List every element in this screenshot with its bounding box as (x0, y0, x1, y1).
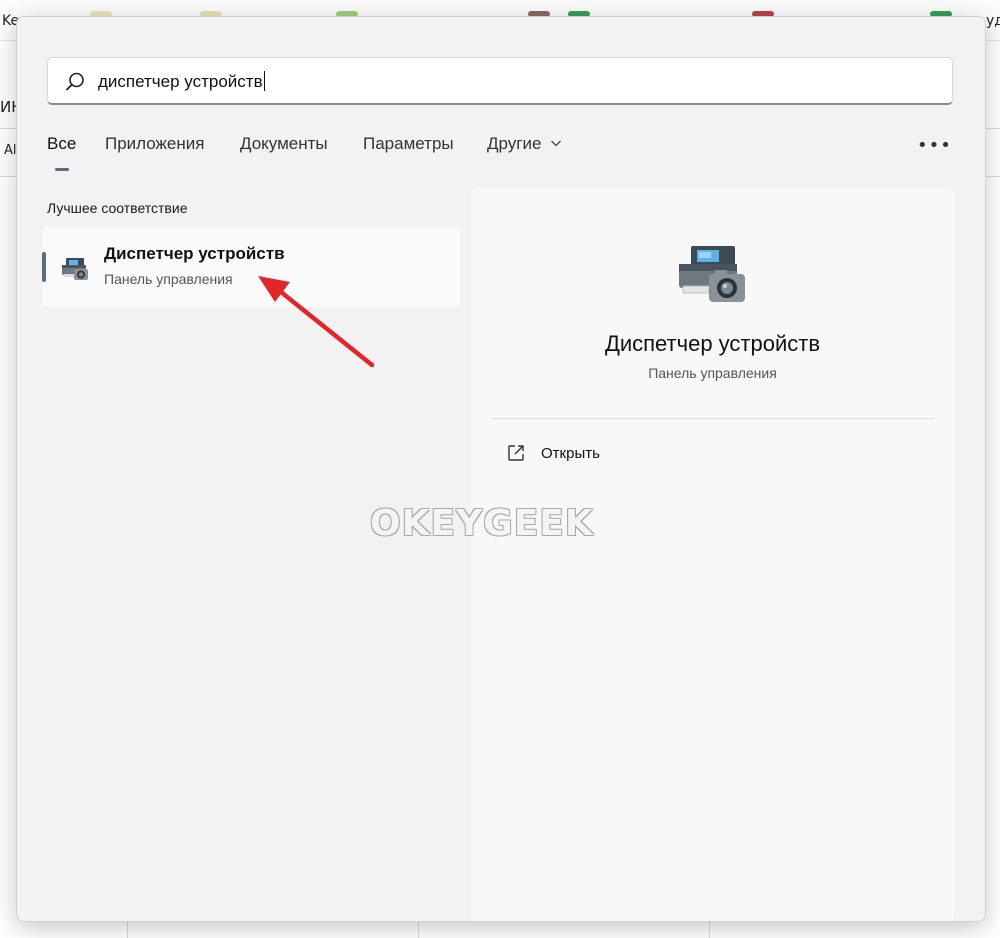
active-tab-indicator (55, 168, 69, 171)
tab-all[interactable]: Все (47, 134, 76, 154)
detail-subtitle: Панель управления (648, 365, 777, 381)
background-divider (709, 920, 710, 938)
background-divider (418, 920, 419, 938)
best-match-result[interactable]: Диспетчер устройств Панель управления (42, 227, 460, 307)
background-text-fragment: уд (986, 13, 1000, 29)
detail-divider (491, 418, 934, 419)
background-divider (984, 176, 1000, 177)
best-match-heading: Лучшее соответствие (47, 200, 188, 216)
device-manager-icon (62, 258, 88, 280)
tab-settings[interactable]: Параметры (363, 134, 454, 154)
selection-indicator (42, 252, 46, 282)
search-icon (66, 72, 84, 91)
tab-documents[interactable]: Документы (240, 134, 328, 154)
result-subtitle: Панель управления (104, 271, 233, 287)
search-query-text[interactable]: диспетчер устройств (98, 71, 265, 92)
tab-other-label: Другие (487, 134, 542, 153)
background-divider (0, 128, 16, 129)
background-divider (984, 128, 1000, 129)
detail-title: Диспетчер устройств (604, 331, 821, 356)
open-external-icon (508, 445, 524, 461)
result-title: Диспетчер устройств (104, 244, 285, 263)
background-divider (0, 176, 16, 177)
background-divider (127, 920, 128, 938)
chevron-down-icon (551, 140, 562, 147)
device-manager-icon (679, 246, 745, 302)
text-caret (263, 71, 265, 91)
open-button[interactable]: Открыть (501, 442, 701, 470)
tab-apps[interactable]: Приложения (105, 134, 204, 154)
search-input[interactable]: диспетчер устройств (47, 57, 953, 105)
open-button-label: Открыть (541, 445, 600, 462)
detail-panel: Диспетчер устройств Панель управления От… (471, 188, 954, 921)
search-flyout: диспетчер устройств Все Приложения Докум… (16, 16, 986, 922)
more-options-button[interactable]: ••• (917, 135, 952, 156)
background-text-fragment: Al (4, 143, 17, 158)
tab-other[interactable]: Другие (487, 134, 562, 154)
